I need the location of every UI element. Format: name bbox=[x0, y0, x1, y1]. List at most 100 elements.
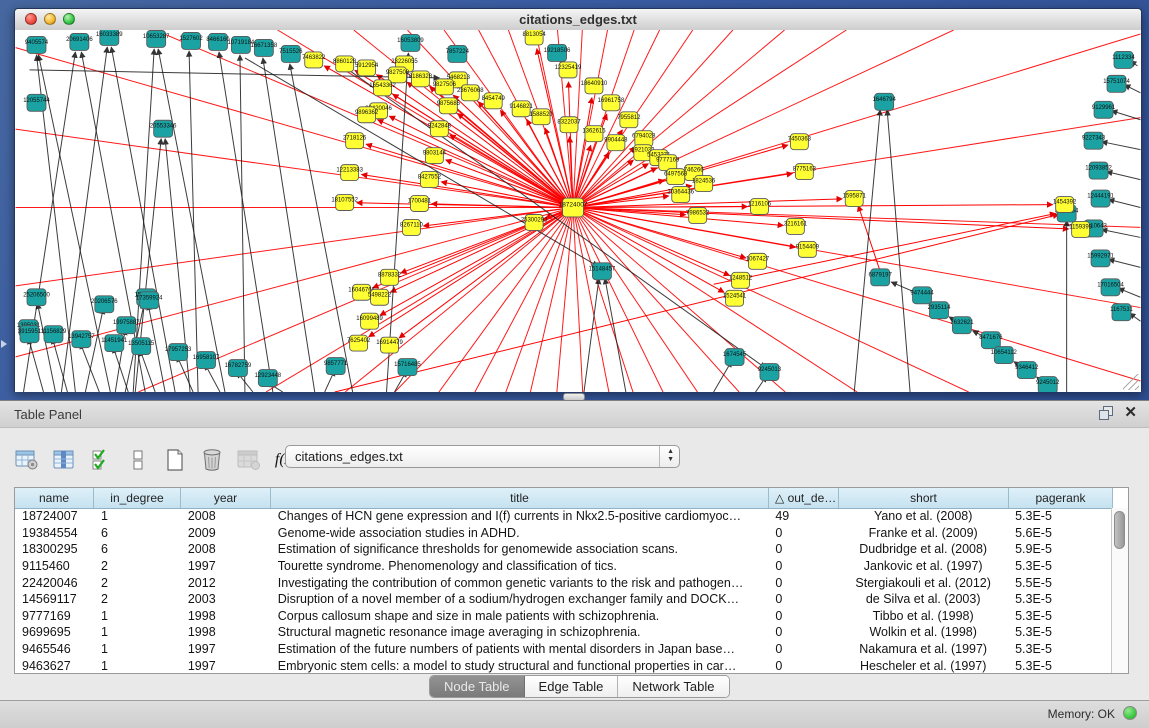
close-panel-icon[interactable]: ✕ bbox=[1124, 406, 1137, 419]
graph-node-label: 23226055 bbox=[391, 59, 418, 65]
red-edge bbox=[361, 174, 573, 207]
network-canvas[interactable]: 9405574206914061603338910653287152760284… bbox=[15, 30, 1141, 392]
red-edge bbox=[858, 206, 880, 272]
new-table-icon[interactable] bbox=[162, 447, 188, 473]
black-edge bbox=[140, 350, 155, 392]
cytoscape-desktop: citations_edges.txt 94055742069140616033… bbox=[0, 0, 1149, 400]
table-row[interactable]: 1830029562008Estimation of significance … bbox=[15, 541, 1112, 558]
graph-node-label: 9245013 bbox=[758, 367, 782, 373]
graph-node-label: 9245012 bbox=[1036, 380, 1060, 386]
graph-node-label: 10654112 bbox=[991, 350, 1018, 356]
network-view-window[interactable]: citations_edges.txt 94055742069140616033… bbox=[14, 8, 1142, 392]
graph-node-label: 16033389 bbox=[96, 32, 123, 38]
table-row[interactable]: 911546021997Tourette syndrome. Phenomeno… bbox=[15, 558, 1112, 575]
black-edge bbox=[1102, 142, 1141, 150]
cell-in_degree: 1 bbox=[94, 657, 181, 673]
cell-in_degree: 2 bbox=[94, 591, 181, 608]
tab-edge-table[interactable]: Edge Table bbox=[525, 676, 619, 697]
unselect-all-icon[interactable] bbox=[125, 447, 151, 473]
black-edge bbox=[887, 110, 910, 392]
column-header-in_degree[interactable]: in_degree bbox=[94, 488, 181, 508]
black-edge bbox=[1107, 172, 1141, 180]
graph-node-label: 23676068 bbox=[457, 88, 484, 94]
import-table-icon[interactable] bbox=[236, 447, 262, 473]
select-all-icon[interactable] bbox=[88, 447, 114, 473]
table-row[interactable]: 977716911998Corpus callosum shape and si… bbox=[15, 608, 1112, 625]
graph-node-label: 6879197 bbox=[869, 272, 893, 278]
delete-table-icon[interactable] bbox=[199, 447, 225, 473]
graph-node-label: 7625402 bbox=[347, 338, 371, 344]
cell-out_de: 0 bbox=[768, 574, 838, 591]
cell-name: 18724007 bbox=[15, 508, 94, 525]
cell-year: 1998 bbox=[181, 608, 271, 625]
graph-node-label: 12325419 bbox=[555, 65, 582, 71]
table-settings-icon[interactable] bbox=[14, 447, 40, 473]
table-selector-value: citations_edges.txt bbox=[295, 449, 403, 464]
cell-in_degree: 1 bbox=[94, 608, 181, 625]
graph-node-label: 12213383 bbox=[336, 168, 363, 174]
column-header-out_de[interactable]: △ out_de… bbox=[769, 488, 839, 508]
cell-short: Stergiakouli et al. (2012) bbox=[838, 574, 1008, 591]
cell-out_de: 0 bbox=[768, 525, 838, 542]
chevron-up-down-icon: ▲▼ bbox=[667, 448, 674, 464]
graph-node-label: 1588520 bbox=[529, 112, 553, 118]
graph-node-label: 1248512 bbox=[729, 275, 753, 281]
cell-pagerank: 5.3E-5 bbox=[1008, 508, 1112, 525]
black-edge bbox=[1112, 111, 1141, 120]
table-selector-dropdown[interactable]: citations_edges.txt ▲▼ bbox=[285, 445, 680, 468]
column-header-name[interactable]: name bbox=[15, 488, 94, 508]
cell-pagerank: 5.6E-5 bbox=[1008, 525, 1112, 542]
window-resize-grip[interactable] bbox=[1123, 374, 1139, 390]
graph-node-label: 1524541 bbox=[723, 293, 747, 299]
cell-short: Tibbo et al. (1998) bbox=[838, 608, 1008, 625]
graph-node-label: 9857771 bbox=[324, 361, 348, 367]
graph-node-label: 8860128 bbox=[333, 59, 357, 65]
column-header-short[interactable]: short bbox=[839, 488, 1009, 508]
network-window-titlebar[interactable]: citations_edges.txt bbox=[15, 9, 1141, 31]
column-header-year[interactable]: year bbox=[181, 488, 271, 508]
red-edge bbox=[573, 208, 1140, 381]
column-header-pagerank[interactable]: pagerank bbox=[1009, 488, 1113, 508]
panel-collapse-arrow[interactable] bbox=[1, 340, 7, 348]
table-row[interactable]: 1456911722003Disruption of a novel membe… bbox=[15, 591, 1112, 608]
cell-name: 9463627 bbox=[15, 657, 94, 673]
table-vertical-scrollbar[interactable] bbox=[1111, 508, 1128, 673]
red-edge bbox=[335, 214, 1059, 392]
graph-node-label: 9875685 bbox=[437, 101, 461, 107]
table-row[interactable]: 969969511998Structural magnetic resonanc… bbox=[15, 624, 1112, 641]
graph-node-label: 7515526 bbox=[279, 49, 303, 55]
tab-node-table[interactable]: Node Table bbox=[430, 676, 525, 697]
graph-node-label: 16961758 bbox=[598, 98, 625, 104]
graph-node-label: 16543362 bbox=[369, 83, 396, 89]
graph-node-label: 16053809 bbox=[397, 38, 424, 44]
graph-node-label: 7632621 bbox=[950, 320, 974, 326]
table-row[interactable]: 1938455462009Genome-wide association stu… bbox=[15, 525, 1112, 542]
table-row[interactable]: 2242004622012Investigating the contribut… bbox=[15, 574, 1112, 591]
table-row[interactable]: 946554611997Estimation of the future num… bbox=[15, 641, 1112, 658]
cell-out_de: 0 bbox=[768, 558, 838, 575]
black-edge bbox=[584, 278, 599, 392]
table-row[interactable]: 1872400712008Changes of HCN gene express… bbox=[15, 508, 1112, 525]
black-edge bbox=[1109, 200, 1141, 208]
graph-node-label: 9227343 bbox=[1082, 136, 1106, 142]
column-header-title[interactable]: title bbox=[271, 488, 769, 508]
graph-node-label: 9803144 bbox=[423, 151, 447, 157]
graph-node-label: 16782759 bbox=[225, 363, 252, 369]
cell-in_degree: 2 bbox=[94, 574, 181, 591]
float-panel-icon[interactable] bbox=[1099, 406, 1112, 419]
tab-network-table[interactable]: Network Table bbox=[618, 676, 728, 697]
graph-node-label: 9827508 bbox=[386, 70, 410, 76]
graph-node-label: 8186328 bbox=[409, 74, 433, 80]
cell-year: 2003 bbox=[181, 591, 271, 608]
graph-node-label: 5498222 bbox=[368, 292, 392, 298]
scrollbar-thumb[interactable] bbox=[1114, 511, 1125, 549]
cell-short: Wolkin et al. (1998) bbox=[838, 624, 1008, 641]
cell-year: 2009 bbox=[181, 525, 271, 542]
graph-node-label: 25300293 bbox=[521, 217, 548, 223]
citation-network-graph[interactable]: 9405574206914061603338910653287152760284… bbox=[15, 30, 1141, 392]
column-visibility-icon[interactable] bbox=[51, 447, 77, 473]
table-row[interactable]: 946362711997Embryonic stem cells: a mode… bbox=[15, 657, 1112, 673]
cell-pagerank: 5.3E-5 bbox=[1008, 608, 1112, 625]
status-bar: Memory: OK bbox=[0, 700, 1149, 728]
cell-in_degree: 1 bbox=[94, 624, 181, 641]
